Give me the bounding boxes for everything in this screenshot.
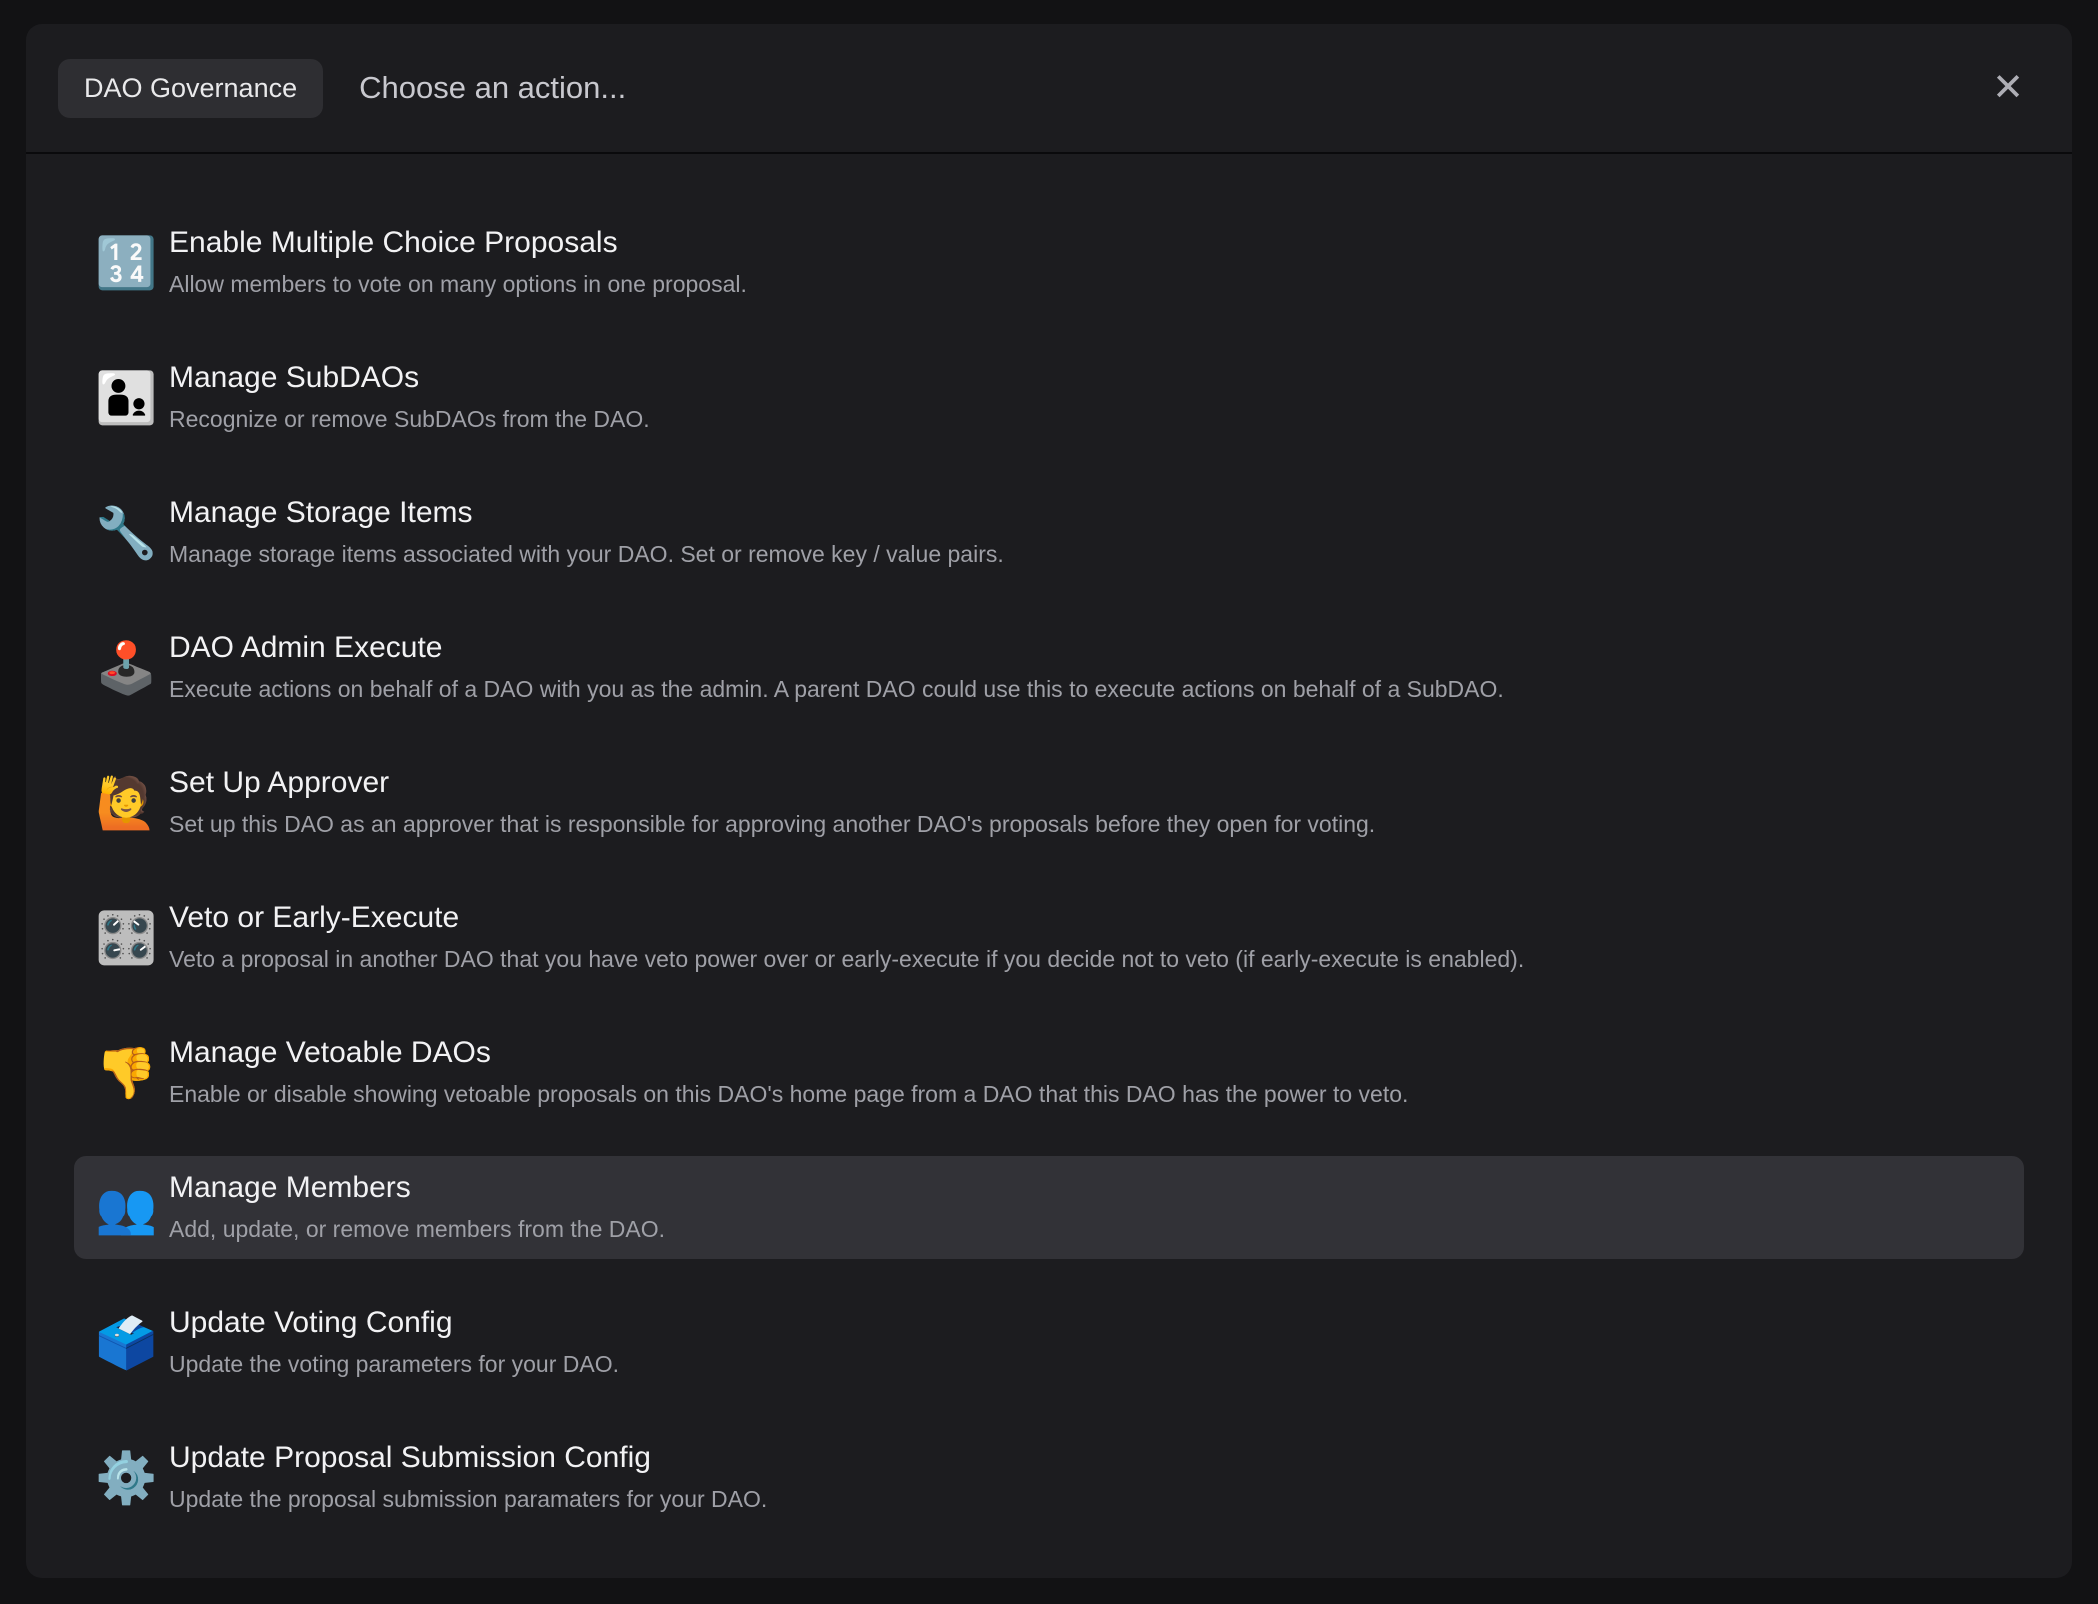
action-description: Execute actions on behalf of a DAO with … bbox=[169, 676, 1504, 704]
action-description: Set up this DAO as an approver that is r… bbox=[169, 811, 1375, 839]
action-texts: DAO Admin Execute Execute actions on beh… bbox=[169, 631, 1504, 703]
action-texts: Update Voting Config Update the voting p… bbox=[169, 1306, 619, 1378]
joystick-emoji-icon: 🕹️ bbox=[95, 643, 151, 693]
control-knobs-emoji-icon: 🎛️ bbox=[95, 913, 151, 963]
action-list-item[interactable]: 🗳️ Update Voting Config Update the votin… bbox=[74, 1291, 2024, 1394]
input-numbers-emoji-icon: 🔢 bbox=[95, 238, 151, 288]
action-description: Veto a proposal in another DAO that you … bbox=[169, 946, 1524, 974]
busts-in-silhouette-emoji-icon: 👥 bbox=[95, 1183, 151, 1233]
raising-hand-emoji-icon: 🙋 bbox=[95, 778, 151, 828]
action-picker-modal: DAO Governance ✕ 🔢 Enable Multiple Choic… bbox=[26, 24, 2072, 1578]
modal-header: DAO Governance ✕ bbox=[26, 24, 2072, 154]
action-title: Manage SubDAOs bbox=[169, 361, 650, 396]
family-man-boy-emoji-icon: 👨‍👦 bbox=[95, 373, 151, 423]
action-title: Manage Storage Items bbox=[169, 496, 1004, 531]
close-icon[interactable]: ✕ bbox=[1984, 61, 2032, 115]
action-title: Manage Vetoable DAOs bbox=[169, 1036, 1408, 1071]
action-title: Update Voting Config bbox=[169, 1306, 619, 1341]
gear-emoji-icon: ⚙️ bbox=[95, 1453, 151, 1503]
action-list-item[interactable]: 🔧 Manage Storage Items Manage storage it… bbox=[74, 481, 2024, 584]
action-list-item[interactable]: 👎 Manage Vetoable DAOs Enable or disable… bbox=[74, 1021, 2024, 1124]
action-description: Allow members to vote on many options in… bbox=[169, 271, 747, 299]
action-title: DAO Admin Execute bbox=[169, 631, 1504, 666]
action-list-item[interactable]: 👥 Manage Members Add, update, or remove … bbox=[74, 1156, 2024, 1259]
action-texts: Set Up Approver Set up this DAO as an ap… bbox=[169, 766, 1375, 838]
action-description: Recognize or remove SubDAOs from the DAO… bbox=[169, 406, 650, 434]
action-list-item[interactable]: 🎛️ Veto or Early-Execute Veto a proposal… bbox=[74, 886, 2024, 989]
action-texts: Veto or Early-Execute Veto a proposal in… bbox=[169, 901, 1524, 973]
action-description: Enable or disable showing vetoable propo… bbox=[169, 1081, 1408, 1109]
wrench-emoji-icon: 🔧 bbox=[95, 508, 151, 558]
action-texts: Update Proposal Submission Config Update… bbox=[169, 1441, 767, 1513]
action-title: Veto or Early-Execute bbox=[169, 901, 1524, 936]
action-description: Manage storage items associated with you… bbox=[169, 541, 1004, 569]
action-list-item[interactable]: 👨‍👦 Manage SubDAOs Recognize or remove S… bbox=[74, 346, 2024, 449]
action-title: Set Up Approver bbox=[169, 766, 1375, 801]
action-texts: Manage Vetoable DAOs Enable or disable s… bbox=[169, 1036, 1408, 1108]
action-description: Update the proposal submission paramater… bbox=[169, 1486, 767, 1514]
action-search-input[interactable] bbox=[359, 70, 1984, 106]
ballot-box-emoji-icon: 🗳️ bbox=[95, 1318, 151, 1368]
action-list-item[interactable]: ⚙️ Update Proposal Submission Config Upd… bbox=[74, 1426, 2024, 1529]
action-list: 🔢 Enable Multiple Choice Proposals Allow… bbox=[26, 154, 2072, 1578]
action-title: Update Proposal Submission Config bbox=[169, 1441, 767, 1476]
action-title: Manage Members bbox=[169, 1171, 665, 1206]
action-title: Enable Multiple Choice Proposals bbox=[169, 226, 747, 261]
thumbs-down-emoji-icon: 👎 bbox=[95, 1048, 151, 1098]
action-list-item[interactable]: 🕹️ DAO Admin Execute Execute actions on … bbox=[74, 616, 2024, 719]
action-texts: Manage SubDAOs Recognize or remove SubDA… bbox=[169, 361, 650, 433]
action-texts: Enable Multiple Choice Proposals Allow m… bbox=[169, 226, 747, 298]
action-list-item[interactable]: 🔢 Enable Multiple Choice Proposals Allow… bbox=[74, 211, 2024, 314]
action-description: Add, update, or remove members from the … bbox=[169, 1216, 665, 1244]
category-badge[interactable]: DAO Governance bbox=[58, 59, 323, 118]
action-texts: Manage Storage Items Manage storage item… bbox=[169, 496, 1004, 568]
action-texts: Manage Members Add, update, or remove me… bbox=[169, 1171, 665, 1243]
action-description: Update the voting parameters for your DA… bbox=[169, 1351, 619, 1379]
action-list-item[interactable]: 🙋 Set Up Approver Set up this DAO as an … bbox=[74, 751, 2024, 854]
